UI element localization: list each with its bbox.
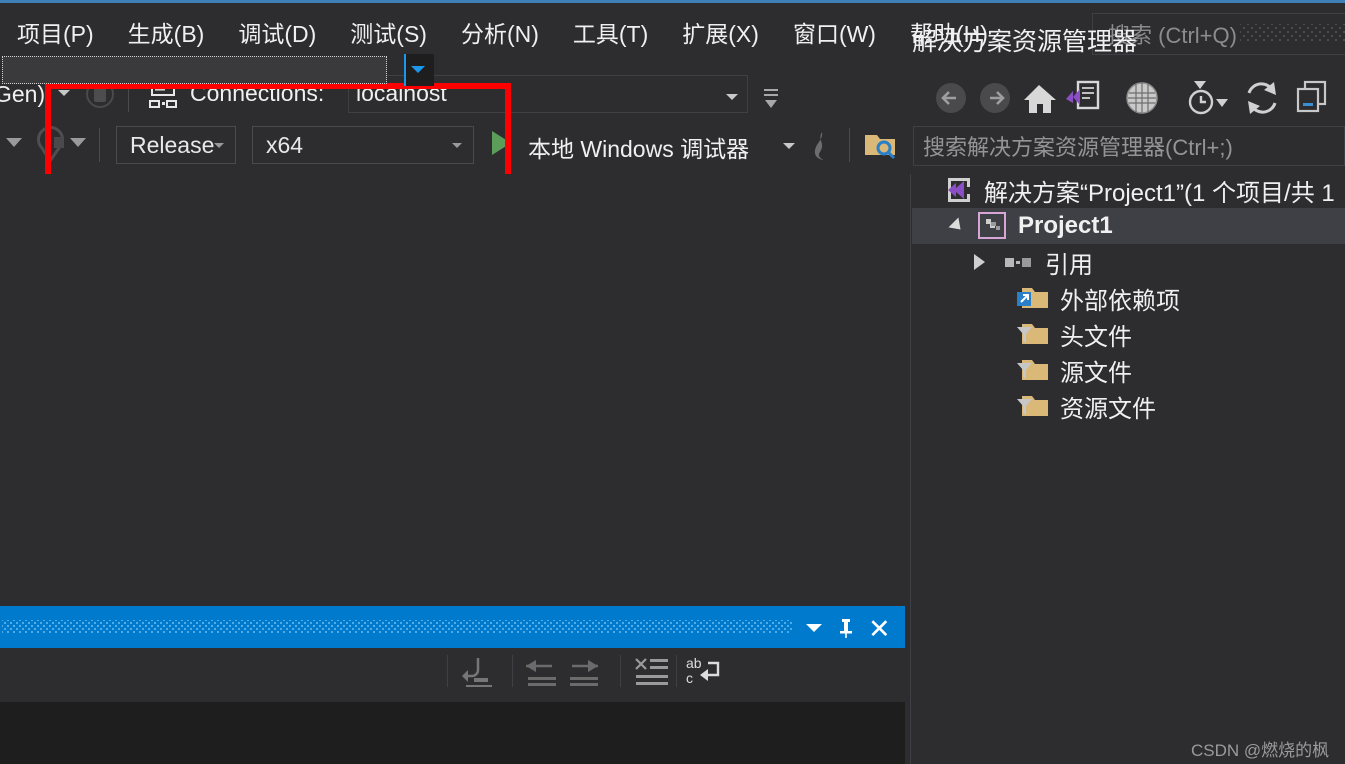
platform-value: x64 [266, 131, 304, 158]
output-toolbar-separator [676, 655, 677, 687]
start-debug-icon[interactable] [492, 131, 511, 155]
solution-icon [948, 178, 970, 202]
tree-item-source-files[interactable]: 源文件 [912, 352, 1345, 388]
output-text-area[interactable] [0, 702, 905, 764]
tree-item-label: 引用 [1045, 251, 1093, 279]
references-icon [1005, 258, 1031, 267]
tree-item-label: 头文件 [1060, 323, 1132, 351]
connections-icon [149, 81, 177, 108]
chevron-down-icon[interactable] [58, 90, 70, 96]
tree-item-label: 源文件 [1060, 359, 1132, 387]
configuration-dropdown[interactable]: Release [116, 126, 236, 164]
project-icon [978, 212, 1006, 239]
chevron-down-icon[interactable] [66, 134, 90, 150]
solution-explorer-search-input[interactable]: 搜索解决方案资源管理器(Ctrl+;) [913, 126, 1345, 166]
tree-item-header-files[interactable]: 头文件 [912, 316, 1345, 352]
output-toolbar-separator [512, 655, 513, 687]
home-icon[interactable] [1020, 79, 1058, 117]
menu-analyze[interactable]: 分析(N) [444, 22, 556, 46]
close-icon[interactable]: ✕ [868, 616, 891, 643]
output-panel-title-pattern [2, 620, 792, 633]
code-view-icon[interactable] [1064, 79, 1104, 117]
svg-text:c: c [686, 670, 693, 686]
filter-folder-icon [1017, 360, 1048, 380]
output-panel: ✕ [0, 606, 905, 764]
next-message-icon[interactable] [566, 658, 602, 688]
csdn-watermark: CSDN @燃烧的枫 [1191, 741, 1330, 760]
menu-build[interactable]: 生成(B) [111, 22, 222, 46]
clear-all-icon[interactable] [634, 656, 670, 688]
refresh-icon[interactable] [1242, 79, 1282, 117]
output-panel-titlebar[interactable]: ✕ [0, 606, 905, 648]
solution-tree: 解决方案“Project1”(1 个项目/共 1 Project1 引用 外部依… [912, 172, 1345, 424]
tree-item-resource-files[interactable]: 资源文件 [912, 388, 1345, 424]
tree-item-solution[interactable]: 解决方案“Project1”(1 个项目/共 1 [912, 172, 1345, 208]
menu-tools[interactable]: 工具(T) [556, 22, 665, 46]
expander-open-icon[interactable] [948, 217, 966, 235]
chevron-down-icon[interactable] [783, 143, 795, 149]
menu-project[interactable]: 项目(P) [0, 22, 111, 46]
tree-item-label: 外部依赖项 [1060, 287, 1180, 315]
expander-closed-icon[interactable] [974, 254, 985, 270]
solution-explorer-search-placeholder: 搜索解决方案资源管理器(Ctrl+;) [923, 135, 1233, 160]
panel-divider [910, 174, 911, 764]
hot-reload-icon[interactable] [810, 130, 834, 162]
menu-window[interactable]: 窗口(W) [776, 22, 893, 46]
panel-drag-grip[interactable] [1240, 24, 1345, 41]
menu-debug[interactable]: 调试(D) [221, 22, 333, 46]
tree-item-external-dependencies[interactable]: 外部依赖项 [912, 280, 1345, 316]
filter-folder-icon [1017, 324, 1048, 344]
chevron-down-icon[interactable] [726, 94, 738, 100]
svg-text:ab: ab [686, 655, 702, 671]
tree-item-label: 资源文件 [1060, 395, 1156, 423]
tree-item-references[interactable]: 引用 [912, 244, 1345, 280]
output-panel-toolbar [0, 648, 905, 702]
toolbar-overflow-icon[interactable] [762, 88, 780, 110]
output-toolbar-separator [447, 655, 448, 687]
tree-item-project1[interactable]: Project1 [912, 208, 1345, 244]
open-folder-search-icon[interactable] [862, 126, 900, 164]
chevron-down-icon[interactable] [2, 134, 26, 150]
menu-extensions[interactable]: 扩展(X) [665, 22, 776, 46]
chevron-down-icon [411, 66, 425, 73]
solution-explorer-toolbar [912, 74, 1345, 122]
pending-changes-icon[interactable] [1184, 77, 1234, 119]
connections-label: Connections: [190, 80, 325, 106]
editor-area[interactable] [0, 174, 910, 606]
chevron-down-icon[interactable] [806, 624, 822, 632]
platform-dropdown[interactable]: x64 [252, 126, 474, 164]
external-deps-folder-icon [1017, 288, 1048, 308]
globe-icon[interactable] [1122, 79, 1162, 117]
chevron-down-icon [452, 143, 462, 148]
solution-explorer-title: 解决方案资源管理器 [912, 28, 1138, 56]
toolbar-separator [849, 128, 850, 162]
collapse-all-icon[interactable] [1294, 79, 1334, 117]
output-source-dropdown[interactable] [2, 56, 387, 84]
tree-item-label: Project1 [1018, 212, 1113, 239]
jump-to-source-icon[interactable] [462, 656, 496, 688]
tree-item-label: 解决方案“Project1”(1 个项目/共 1 [984, 179, 1335, 207]
menu-test[interactable]: 测试(S) [333, 22, 444, 46]
toolbar-separator [99, 128, 100, 162]
debug-target-label[interactable]: 本地 Windows 调试器 [528, 130, 749, 164]
partial-left-label: Gen) [0, 81, 46, 107]
previous-message-icon[interactable] [524, 658, 560, 688]
configuration-value: Release [130, 131, 215, 158]
filter-folder-icon [1017, 396, 1048, 416]
forward-arrow-icon[interactable] [976, 79, 1014, 117]
visual-studio-window: 项目(P) 生成(B) 调试(D) 测试(S) 分析(N) 工具(T) 扩展(X… [0, 0, 1345, 764]
toggle-word-wrap-icon[interactable]: ab c [686, 655, 726, 689]
pin-icon[interactable] [838, 618, 854, 638]
back-arrow-icon[interactable] [932, 79, 970, 117]
stop-square-icon [94, 88, 106, 102]
output-toolbar-separator [620, 655, 621, 687]
chevron-down-icon [214, 143, 224, 148]
